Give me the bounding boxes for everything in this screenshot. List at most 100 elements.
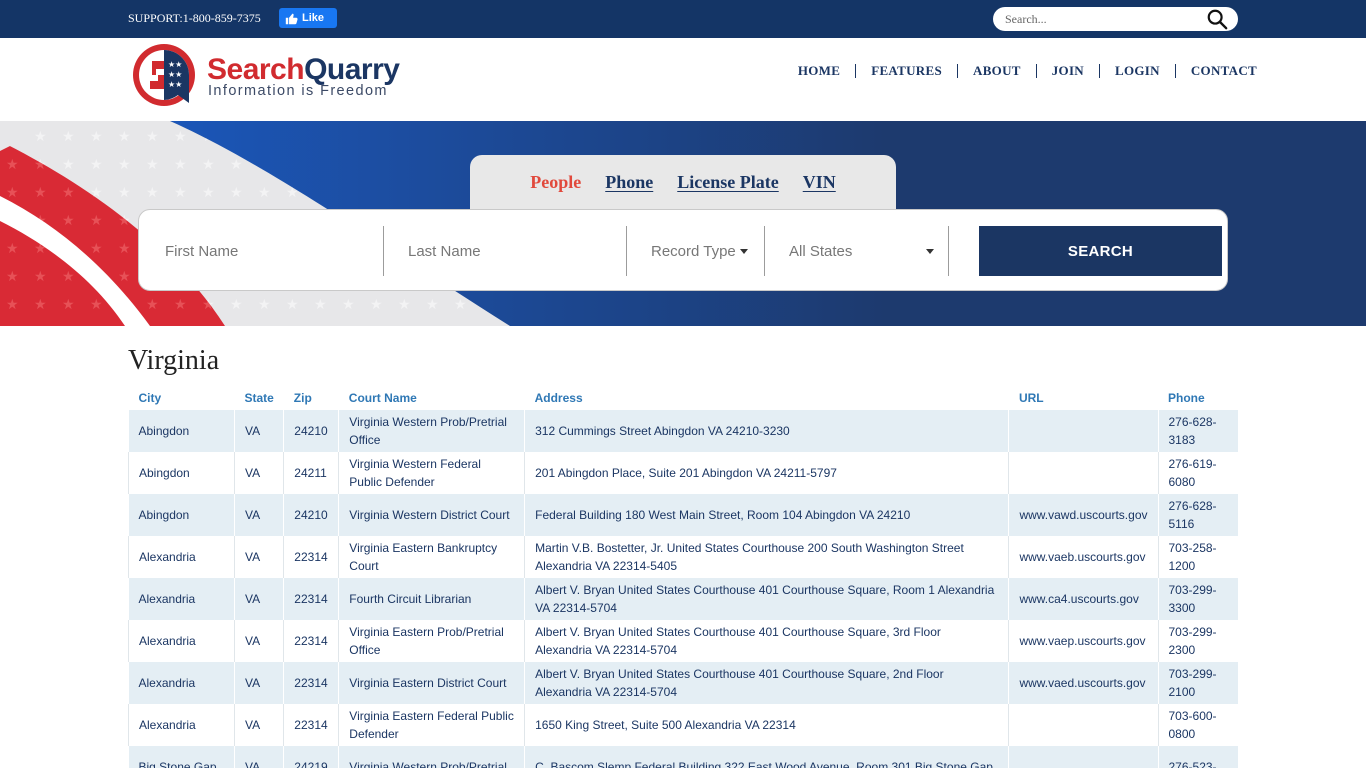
main-nav: HOME FEATURES ABOUT JOIN LOGIN CONTACT <box>783 64 1272 78</box>
cell-address: C. Bascom Slemp Federal Building 322 Eas… <box>524 746 1009 768</box>
svg-text:★★: ★★ <box>168 70 182 79</box>
column-header-url[interactable]: URL <box>1009 386 1158 410</box>
table-row: Big Stone Gap VA 24219 Virginia Western … <box>128 746 1238 768</box>
cell-court-name: Virginia Western District Court <box>338 494 525 536</box>
first-name-input[interactable] <box>165 242 365 260</box>
cell-state: VA <box>233 494 284 536</box>
cell-url[interactable]: www.vaed.uscourts.gov <box>1008 662 1158 704</box>
cell-state: VA <box>233 704 284 746</box>
last-name-field-wrap <box>408 226 626 276</box>
cell-url[interactable]: www.vaep.uscourts.gov <box>1008 620 1158 662</box>
cell-city: Big Stone Gap <box>128 746 235 768</box>
cell-court-name: Virginia Eastern Federal Public Defender <box>338 704 525 746</box>
column-header-city[interactable]: City <box>129 386 235 410</box>
table-row: Abingdon VA 24210 Virginia Western Distr… <box>128 494 1238 536</box>
nav-about[interactable]: ABOUT <box>957 64 1036 78</box>
state-select[interactable]: All States <box>789 226 934 276</box>
logo-wordmark: SearchQuarry <box>207 53 400 86</box>
cell-url[interactable]: www.vawd.uscourts.gov <box>1008 494 1158 536</box>
field-divider <box>764 226 765 276</box>
nav-features[interactable]: FEATURES <box>855 64 957 78</box>
logo-tagline: Information is Freedom <box>208 83 388 99</box>
cell-state: VA <box>233 746 284 768</box>
field-divider <box>383 226 384 276</box>
table-row: Alexandria VA 22314 Virginia Eastern Fed… <box>128 704 1238 746</box>
cell-zip: 22314 <box>283 704 339 746</box>
tab-phone[interactable]: Phone <box>605 172 653 193</box>
cell-city: Alexandria <box>128 704 235 746</box>
column-header-phone[interactable]: Phone <box>1158 386 1238 410</box>
cell-address: Albert V. Bryan United States Courthouse… <box>524 620 1009 662</box>
cell-city: Abingdon <box>128 494 235 536</box>
svg-text:★★: ★★ <box>168 60 182 69</box>
cell-zip: 24210 <box>283 410 339 452</box>
searchquarry-logo[interactable]: ★★ ★★ ★★ SearchQuarry Information is Fre… <box>130 41 430 113</box>
logo-emblem-icon: ★★ ★★ ★★ <box>133 44 195 106</box>
cell-court-name: Virginia Western Prob/Pretrial Office <box>338 410 525 452</box>
top-search-box <box>993 7 1238 31</box>
cell-state: VA <box>233 620 284 662</box>
column-header-state[interactable]: State <box>234 386 283 410</box>
cell-state: VA <box>233 662 284 704</box>
cell-phone: 703-258-1200 <box>1157 536 1238 578</box>
cell-court-name: Virginia Eastern Prob/Pretrial Office <box>338 620 525 662</box>
cell-address: 201 Abingdon Place, Suite 201 Abingdon V… <box>524 452 1009 494</box>
cell-city: Alexandria <box>128 536 235 578</box>
cell-city: Alexandria <box>128 620 235 662</box>
record-type-select[interactable]: Record Type <box>651 226 761 276</box>
search-button[interactable]: SEARCH <box>979 226 1222 276</box>
facebook-like-button[interactable]: Like <box>279 8 337 28</box>
cell-city: Abingdon <box>128 410 235 452</box>
cell-phone: 276-523- <box>1157 746 1238 768</box>
cell-state: VA <box>233 452 284 494</box>
courts-table: City State Zip Court Name Address URL Ph… <box>128 386 1238 768</box>
tab-vin[interactable]: VIN <box>803 172 836 193</box>
cell-address: 1650 King Street, Suite 500 Alexandria V… <box>524 704 1009 746</box>
cell-phone: 703-299-2300 <box>1157 620 1238 662</box>
cell-address: 312 Cummings Street Abingdon VA 24210-32… <box>524 410 1009 452</box>
cell-zip: 22314 <box>283 620 339 662</box>
column-header-address[interactable]: Address <box>525 386 1009 410</box>
cell-phone: 703-600-0800 <box>1157 704 1238 746</box>
nav-contact[interactable]: CONTACT <box>1174 64 1272 78</box>
nav-join[interactable]: JOIN <box>1035 64 1099 78</box>
cell-url[interactable]: www.vaeb.uscourts.gov <box>1008 536 1158 578</box>
nav-login[interactable]: LOGIN <box>1099 64 1175 78</box>
cell-address: Albert V. Bryan United States Courthouse… <box>524 662 1009 704</box>
cell-phone: 276-619-6080 <box>1157 452 1238 494</box>
cell-url[interactable] <box>1008 746 1158 768</box>
cell-url[interactable] <box>1008 410 1158 452</box>
state-value: All States <box>789 242 853 260</box>
like-label: Like <box>302 12 325 24</box>
cell-zip: 22314 <box>283 536 339 578</box>
last-name-input[interactable] <box>408 242 608 260</box>
top-search-input[interactable] <box>1005 11 1195 27</box>
column-header-zip[interactable]: Zip <box>284 386 339 410</box>
cell-zip: 24211 <box>283 452 339 494</box>
cell-court-name: Virginia Eastern Bankruptcy Court <box>338 536 525 578</box>
cell-city: Alexandria <box>128 578 235 620</box>
search-type-tabs: People Phone License Plate VIN <box>470 155 896 211</box>
cell-address: Albert V. Bryan United States Courthouse… <box>524 578 1009 620</box>
site-header: ★★ ★★ ★★ SearchQuarry Information is Fre… <box>0 38 1366 121</box>
table-row: Alexandria VA 22314 Virginia Eastern Pro… <box>128 620 1238 662</box>
cell-url[interactable] <box>1008 452 1158 494</box>
support-phone[interactable]: SUPPORT:1-800-859-7375 <box>128 11 261 26</box>
table-row: Alexandria VA 22314 Virginia Eastern Ban… <box>128 536 1238 578</box>
caret-down-icon <box>739 248 748 254</box>
cell-zip: 24219 <box>283 746 339 768</box>
cell-state: VA <box>233 536 284 578</box>
nav-home[interactable]: HOME <box>783 64 855 78</box>
caret-down-icon <box>926 248 934 254</box>
tab-people[interactable]: People <box>530 172 581 193</box>
cell-phone: 276-628-5116 <box>1157 494 1238 536</box>
page-title: Virginia <box>128 345 220 376</box>
tab-license-plate[interactable]: License Plate <box>677 172 778 193</box>
search-icon[interactable] <box>1206 8 1228 30</box>
cell-url[interactable] <box>1008 704 1158 746</box>
cell-url[interactable]: www.ca4.uscourts.gov <box>1008 578 1158 620</box>
cell-city: Alexandria <box>128 662 235 704</box>
cell-zip: 24210 <box>283 494 339 536</box>
column-header-court-name[interactable]: Court Name <box>339 386 525 410</box>
table-header-row: City State Zip Court Name Address URL Ph… <box>129 386 1239 410</box>
